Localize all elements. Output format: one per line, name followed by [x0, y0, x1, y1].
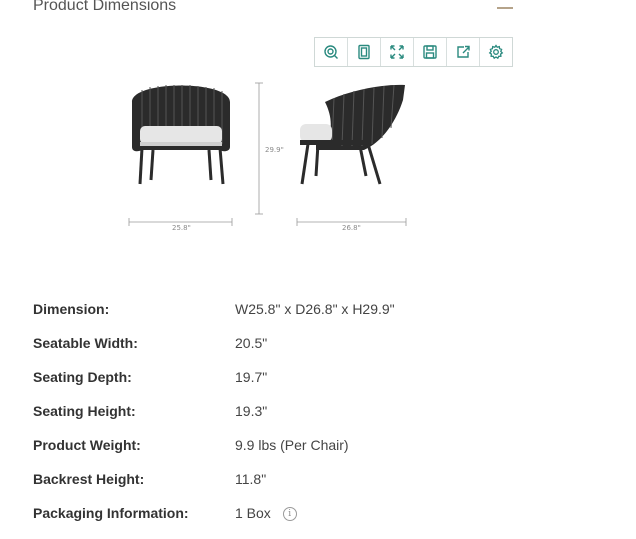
spec-row-seatable-width: Seatable Width: 20.5" [33, 326, 593, 360]
share-icon [457, 45, 470, 58]
spec-label: Seating Height: [33, 403, 136, 419]
expand-button[interactable] [381, 38, 414, 66]
info-icon[interactable]: i [282, 507, 297, 522]
settings-button[interactable] [480, 38, 512, 66]
zoom-button[interactable] [315, 38, 348, 66]
product-dimensions-figure: 25.8" 29.9" 26.8" [120, 72, 420, 242]
image-toolbar [314, 37, 513, 67]
front-view-chair [132, 85, 230, 185]
spec-value-text: 1 Box [235, 504, 271, 521]
spec-list: Dimension: W25.8" x D26.8" x H29.9" Seat… [33, 292, 593, 530]
spec-row-packaging-information: Packaging Information: 1 Box i [33, 496, 593, 530]
share-button[interactable] [447, 38, 480, 66]
collapse-icon[interactable] [497, 7, 513, 9]
spec-label: Seatable Width: [33, 335, 138, 351]
spec-value: 19.3" [235, 403, 268, 419]
spec-row-dimension: Dimension: W25.8" x D26.8" x H29.9" [33, 292, 593, 326]
depth-dimension-label: 26.8" [342, 224, 361, 232]
save-button[interactable] [414, 38, 447, 66]
chair-drawings [128, 82, 407, 226]
spec-row-product-weight: Product Weight: 9.9 lbs (Per Chair) [33, 428, 593, 462]
fit-icon [358, 44, 370, 60]
spec-row-seating-depth: Seating Depth: 19.7" [33, 360, 593, 394]
width-dimension-label: 25.8" [172, 224, 191, 232]
settings-icon [488, 44, 504, 60]
fit-button[interactable] [348, 38, 381, 66]
spec-label: Backrest Height: [33, 471, 145, 487]
spec-label: Packaging Information: [33, 505, 189, 521]
expand-icon [390, 45, 404, 59]
spec-value: 1 Box i [235, 504, 297, 522]
spec-value: 20.5" [235, 335, 268, 351]
zoom-icon [324, 45, 338, 59]
spec-value: W25.8" x D26.8" x H29.9" [235, 301, 395, 317]
spec-value: 19.7" [235, 369, 268, 385]
side-view-chair [300, 84, 405, 185]
spec-value: 9.9 lbs (Per Chair) [235, 437, 349, 453]
spec-label: Product Weight: [33, 437, 141, 453]
save-icon [423, 45, 437, 59]
spec-value: 11.8" [235, 471, 267, 487]
section-title: Product Dimensions [33, 0, 177, 14]
height-dimension-line [255, 82, 263, 215]
height-dimension-label: 29.9" [265, 146, 284, 154]
spec-row-backrest-height: Backrest Height: 11.8" [33, 462, 593, 496]
spec-label: Dimension: [33, 301, 110, 317]
spec-row-seating-height: Seating Height: 19.3" [33, 394, 593, 428]
spec-label: Seating Depth: [33, 369, 132, 385]
